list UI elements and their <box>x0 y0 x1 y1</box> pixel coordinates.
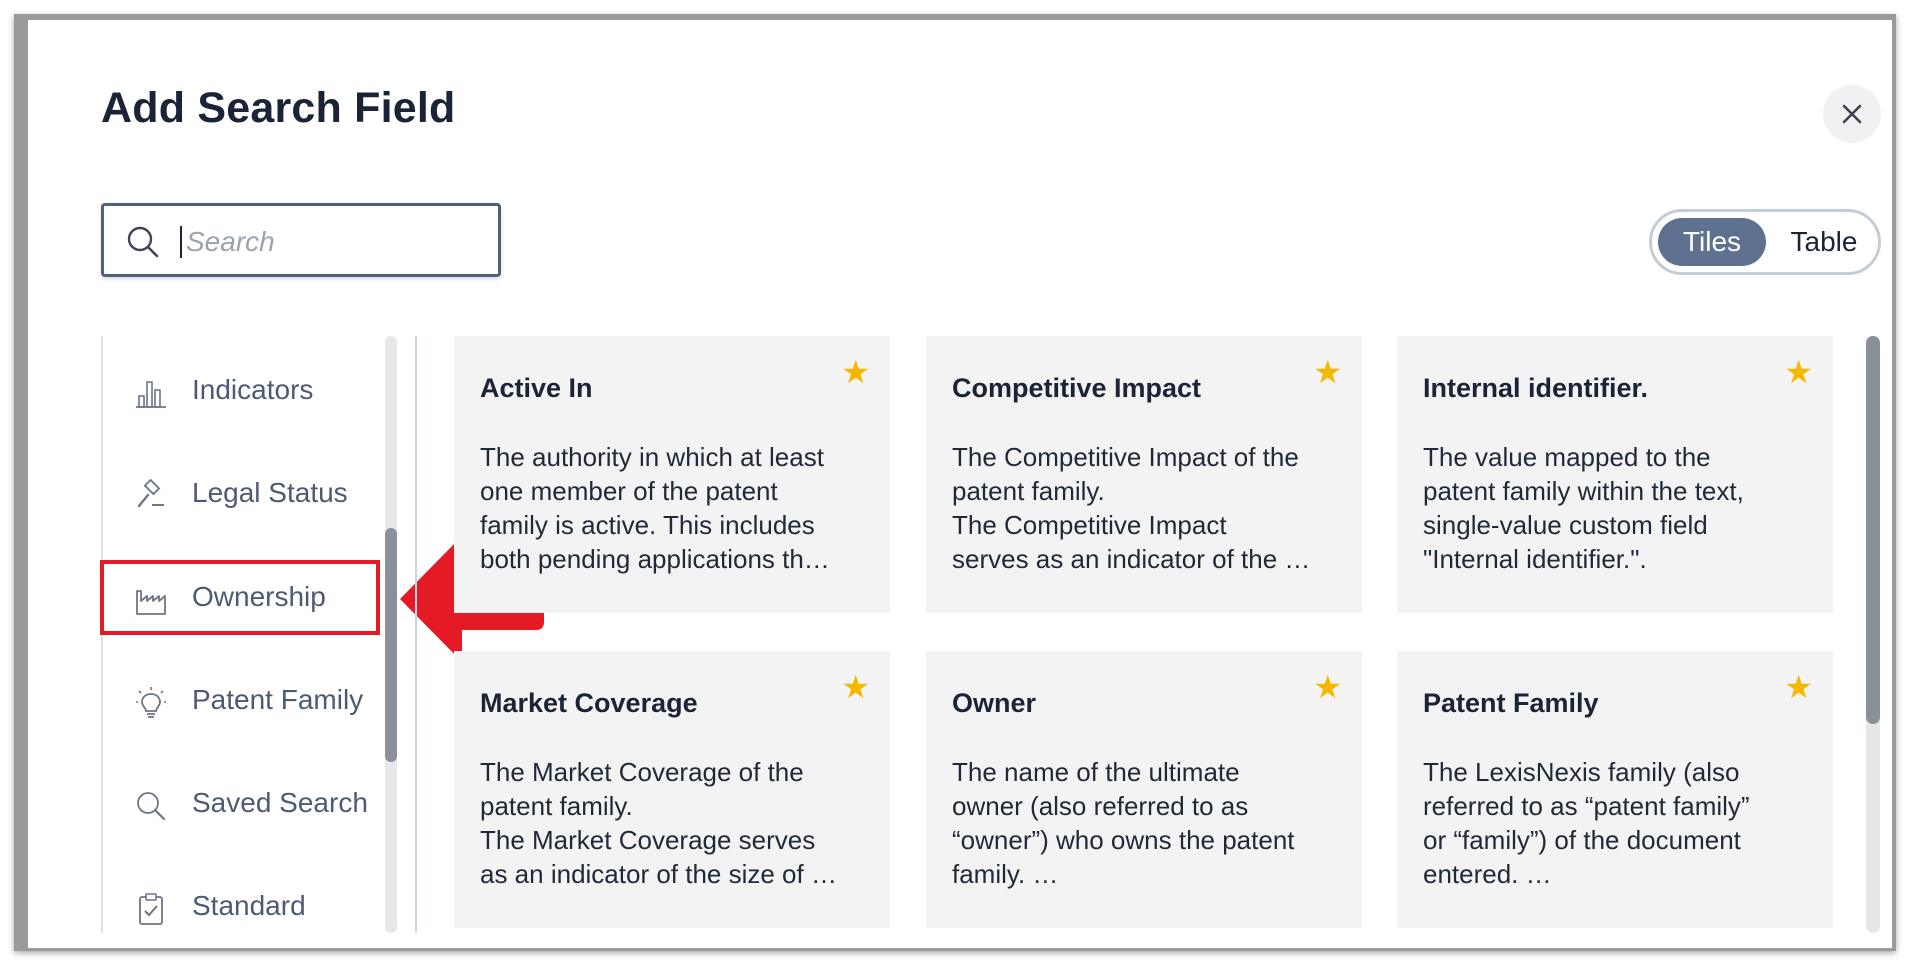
sidebar-item-label: Patent Family <box>192 684 364 715</box>
field-tile-competitive-impact[interactable]: Competitive Impact The Competitive Impac… <box>926 336 1362 613</box>
sidebar-item-label: Standard <box>192 890 306 921</box>
bar-chart-icon <box>136 381 166 408</box>
star-icon[interactable]: ★ <box>1784 671 1813 703</box>
star-icon[interactable]: ★ <box>1313 356 1342 388</box>
view-toggle: Tiles Table <box>1649 209 1881 275</box>
search-icon <box>127 226 159 258</box>
tile-description: The value mapped to the patent family wi… <box>1423 442 1744 574</box>
star-icon[interactable]: ★ <box>1313 671 1342 703</box>
tile-title: Competitive Impact <box>952 373 1202 403</box>
tile-title: Market Coverage <box>480 688 698 718</box>
lightbulb-icon <box>136 687 166 718</box>
close-button[interactable] <box>1823 85 1881 143</box>
field-tile-internal-identifier[interactable]: Internal identifier. The value mapped to… <box>1397 336 1833 613</box>
sidebar-item-standard[interactable]: Standard <box>108 870 368 942</box>
sidebar-item-label: Indicators <box>192 374 314 405</box>
dialog-title: Add Search Field <box>101 84 456 132</box>
sidebar-item-patent-family[interactable]: Patent Family <box>108 664 368 736</box>
search-field[interactable] <box>101 203 501 277</box>
tile-title: Patent Family <box>1423 688 1599 718</box>
star-icon[interactable]: ★ <box>841 356 870 388</box>
sidebar-item-legal-status[interactable]: Legal Status <box>108 457 368 529</box>
tile-title: Internal identifier. <box>1423 373 1649 403</box>
search-icon <box>137 792 166 821</box>
star-icon[interactable]: ★ <box>841 671 870 703</box>
add-search-field-dialog: Add Search Field Tiles Table Indicators <box>28 20 1892 948</box>
sidebar-scrollbar-thumb[interactable] <box>385 528 397 762</box>
ownership-highlight-annotation <box>100 560 380 635</box>
tile-description: The Market Coverage of the patent family… <box>480 757 837 889</box>
gavel-icon <box>137 479 164 508</box>
tile-title: Active In <box>480 373 593 403</box>
tile-description: The Competitive Impact of the patent fam… <box>952 442 1311 574</box>
close-icon <box>1842 104 1862 124</box>
tile-title: Owner <box>952 688 1037 718</box>
sidebar-item-indicators[interactable]: Indicators <box>108 354 368 426</box>
table-view-option[interactable]: Table <box>1772 218 1876 266</box>
star-icon[interactable]: ★ <box>1784 356 1813 388</box>
panel-divider <box>415 336 417 933</box>
field-tile-market-coverage[interactable]: Market Coverage The Market Coverage of t… <box>454 651 890 928</box>
content-scrollbar-thumb[interactable] <box>1866 336 1880 724</box>
field-tile-active-in[interactable]: Active In The authority in which at leas… <box>454 336 890 613</box>
field-tile-owner[interactable]: Owner The name of the ultimate owner (al… <box>926 651 1362 928</box>
tiles-view-option[interactable]: Tiles <box>1658 218 1766 266</box>
sidebar-item-label: Legal Status <box>192 477 348 508</box>
field-tile-patent-family[interactable]: Patent Family The LexisNexis family (als… <box>1397 651 1833 928</box>
sidebar-item-saved-search[interactable]: Saved Search <box>108 767 368 839</box>
sidebar-item-label: Saved Search <box>192 787 368 818</box>
search-input[interactable] <box>184 218 488 266</box>
tile-description: The LexisNexis family (also referred to … <box>1423 757 1750 889</box>
clipboard-check-icon <box>139 893 163 925</box>
tile-description: The name of the ultimate owner (also ref… <box>952 757 1295 889</box>
text-caret <box>180 226 182 258</box>
tile-description: The authority in which at least one memb… <box>480 442 830 574</box>
